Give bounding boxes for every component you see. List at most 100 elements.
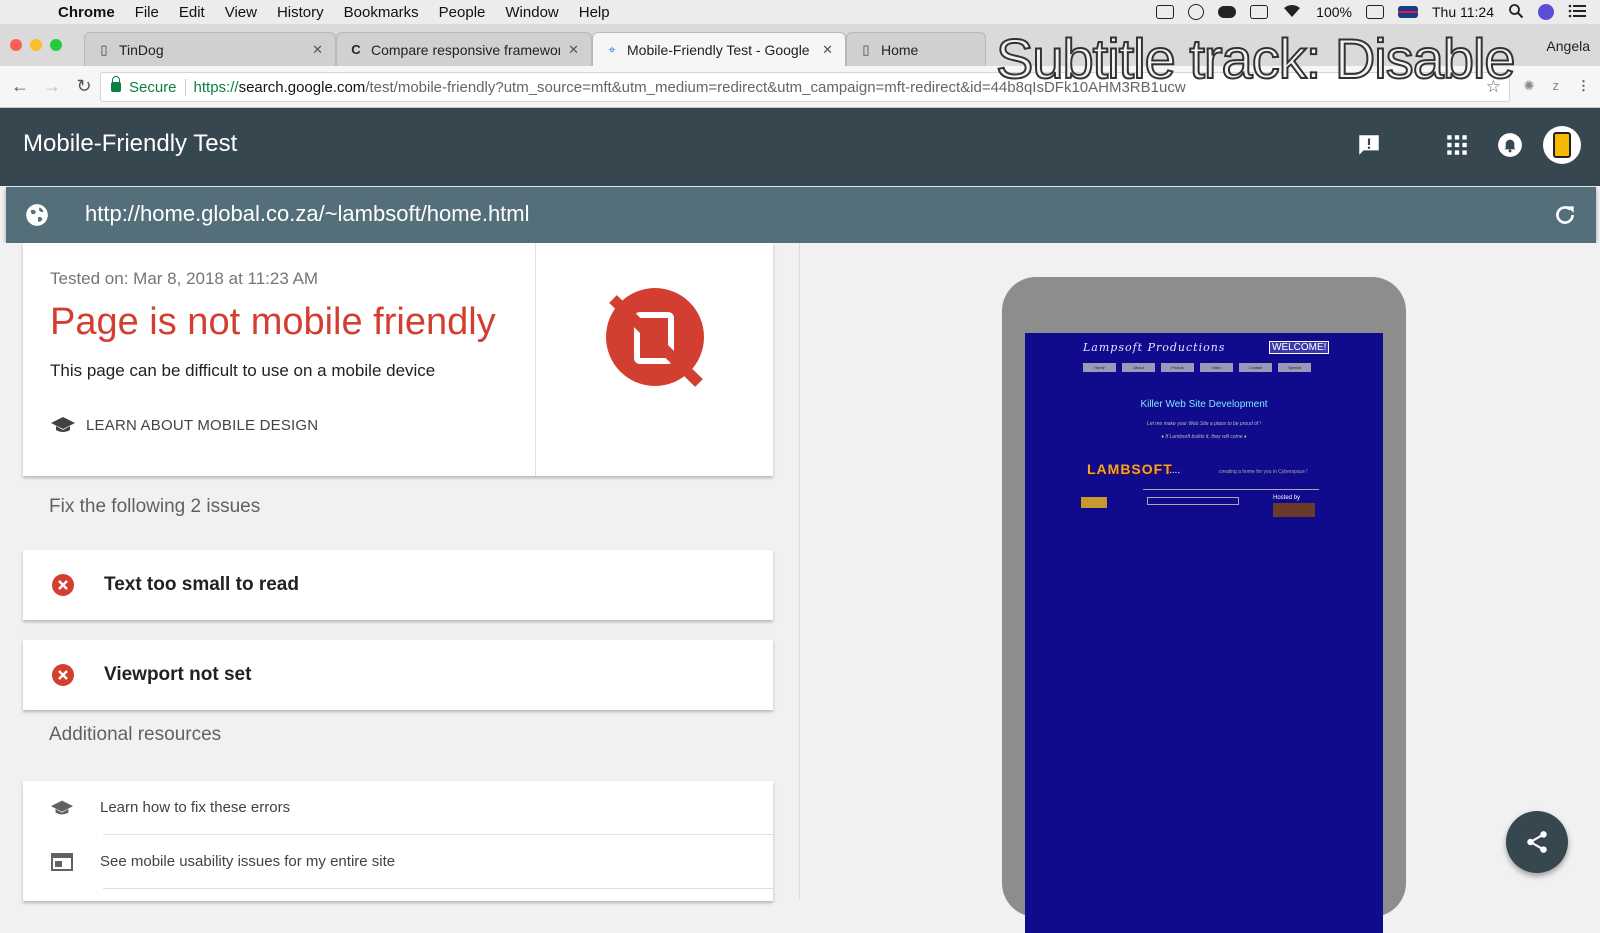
menu-bookmarks[interactable]: Bookmarks: [344, 4, 419, 21]
forward-icon[interactable]: →: [40, 76, 64, 97]
share-icon: [1527, 831, 1547, 853]
site-hosted-image: [1273, 503, 1315, 517]
extension-z-icon[interactable]: z: [1553, 78, 1560, 94]
retest-icon[interactable]: [1552, 202, 1578, 228]
issue-viewport-not-set[interactable]: Viewport not set: [23, 640, 773, 710]
share-button[interactable]: [1506, 811, 1568, 873]
extension-icon[interactable]: ✺: [1524, 78, 1535, 94]
site-brand-dots: ....: [1169, 465, 1181, 476]
spotlight-search-icon[interactable]: [1508, 3, 1524, 22]
menu-view[interactable]: View: [225, 4, 257, 21]
url-scheme: https://: [193, 78, 239, 96]
site-badge: [1081, 497, 1107, 508]
page-icon: ▯: [862, 41, 870, 57]
os-menubar: Chrome File Edit View History Bookmarks …: [0, 0, 1600, 24]
result-card: Tested on: Mar 8, 2018 at 11:23 AM Page …: [23, 243, 773, 476]
graduation-cap-icon: [50, 415, 76, 435]
issues-title: Fix the following 2 issues: [49, 496, 261, 517]
menu-edit[interactable]: Edit: [179, 4, 205, 21]
tab-label: TinDog: [119, 41, 164, 58]
resources-card: Learn how to fix these errors See mobile…: [23, 781, 773, 901]
site-heading: Killer Web Site Development: [1140, 399, 1268, 410]
issue-text-too-small[interactable]: Text too small to read: [23, 550, 773, 620]
site-nav-item: Home: [1083, 363, 1116, 372]
lock-icon[interactable]: [111, 76, 121, 92]
site-rule: [1143, 489, 1319, 490]
close-window-button[interactable]: [10, 39, 22, 51]
display-icon[interactable]: [1250, 5, 1269, 19]
site-nav: Home About Photos Video Contact Special: [1083, 363, 1311, 372]
verdict-heading: Page is not mobile friendly: [50, 301, 496, 343]
error-icon: [52, 664, 74, 686]
maximize-window-button[interactable]: [50, 39, 62, 51]
globe-icon: [24, 202, 50, 228]
menu-window[interactable]: Window: [505, 4, 558, 21]
tab-compare-frameworks[interactable]: C Compare responsive framewor ✕: [336, 32, 592, 66]
page-screenshot-preview[interactable]: Lampsoft Productions WELCOME! Home About…: [1025, 333, 1383, 933]
resource-label: See mobile usability issues for my entir…: [100, 853, 396, 870]
tab-label: Mobile-Friendly Test - Google: [627, 41, 810, 58]
screen-record-icon[interactable]: [1156, 5, 1175, 19]
app-title[interactable]: Mobile-Friendly Test: [23, 130, 237, 158]
clock[interactable]: Thu 11:24: [1432, 4, 1494, 20]
siri-icon[interactable]: [1538, 4, 1554, 20]
close-tab-icon[interactable]: ✕: [822, 42, 833, 58]
phone-frame: Lampsoft Productions WELCOME! Home About…: [1002, 277, 1406, 933]
tab-home[interactable]: ▯ Home: [846, 32, 986, 66]
notifications-bell-icon[interactable]: [1497, 132, 1523, 158]
site-nav-item: Video: [1200, 363, 1233, 372]
tab-label: Home: [881, 41, 919, 58]
close-tab-icon[interactable]: ✕: [568, 42, 579, 58]
back-icon[interactable]: ←: [8, 76, 32, 97]
learn-mobile-design-link[interactable]: LEARN ABOUT MOBILE DESIGN: [50, 415, 318, 435]
preview-panel: Lampsoft Productions WELCOME! Home About…: [800, 243, 1600, 933]
battery-percent: 100%: [1316, 4, 1352, 20]
site-tagline: Let me make your Web Site a place to be …: [1146, 421, 1262, 427]
account-avatar[interactable]: [1543, 126, 1581, 164]
menu-history[interactable]: History: [277, 4, 324, 21]
notification-center-icon[interactable]: [1568, 4, 1586, 21]
site-nav-item: About: [1122, 363, 1155, 372]
tab-mobile-friendly-test[interactable]: ⌖ Mobile-Friendly Test - Google ✕: [592, 32, 846, 66]
graduation-cap-icon: [50, 798, 74, 818]
apps-grid-icon[interactable]: [1444, 132, 1470, 158]
profile-button[interactable]: Angela: [1546, 38, 1590, 54]
site-welcome: WELCOME!: [1269, 341, 1330, 354]
results-panel: Tested on: Mar 8, 2018 at 11:23 AM Page …: [0, 243, 800, 901]
resource-fix-errors-link[interactable]: Learn how to fix these errors: [23, 781, 773, 834]
uk-flag-icon[interactable]: [1397, 6, 1418, 18]
minimize-window-button[interactable]: [30, 39, 42, 51]
site-brand: LAMBSOFT: [1087, 461, 1173, 477]
menu-file[interactable]: File: [135, 4, 159, 21]
subtitle-overlay: Subtitle track: Disable: [995, 26, 1517, 91]
menu-chrome[interactable]: Chrome: [58, 4, 115, 21]
close-tab-icon[interactable]: ✕: [312, 42, 323, 58]
site-nav-item: Special: [1278, 363, 1311, 372]
tested-url-bar: http://home.global.co.za/~lambsoft/home.…: [6, 187, 1596, 243]
menu-help[interactable]: Help: [579, 4, 610, 21]
tab-tindog[interactable]: ▯ TinDog ✕: [84, 32, 336, 66]
tested-on-timestamp: Tested on: Mar 8, 2018 at 11:23 AM: [50, 269, 319, 288]
sync-icon[interactable]: [1188, 4, 1205, 20]
feedback-icon[interactable]: [1356, 132, 1382, 158]
site-hosted-label: Hosted by: [1273, 495, 1301, 501]
issue-label: Viewport not set: [104, 664, 252, 685]
secure-label[interactable]: Secure: [129, 78, 186, 96]
wifi-icon[interactable]: [1282, 4, 1302, 21]
tested-url-input[interactable]: http://home.global.co.za/~lambsoft/home.…: [85, 201, 530, 227]
cloud-icon[interactable]: [1218, 6, 1237, 18]
site-link: [1147, 497, 1239, 505]
battery-icon[interactable]: [1365, 5, 1384, 19]
resource-site-issues-link[interactable]: See mobile usability issues for my entir…: [23, 835, 773, 888]
reload-page-icon[interactable]: ↻: [72, 76, 96, 97]
app-header: Mobile-Friendly Test: [0, 108, 1600, 186]
test-icon: ⌖: [608, 41, 616, 57]
url-host: search.google.com: [238, 78, 366, 96]
site-nav-item: Photos: [1161, 363, 1194, 372]
chrome-menu-icon[interactable]: ⋮: [1577, 78, 1590, 94]
menu-people[interactable]: People: [439, 4, 486, 21]
verdict-description: This page can be difficult to use on a m…: [50, 361, 436, 380]
page-icon: ▯: [100, 41, 108, 57]
site-logo: Lampsoft Productions: [1083, 341, 1226, 354]
card-divider: [535, 243, 536, 476]
